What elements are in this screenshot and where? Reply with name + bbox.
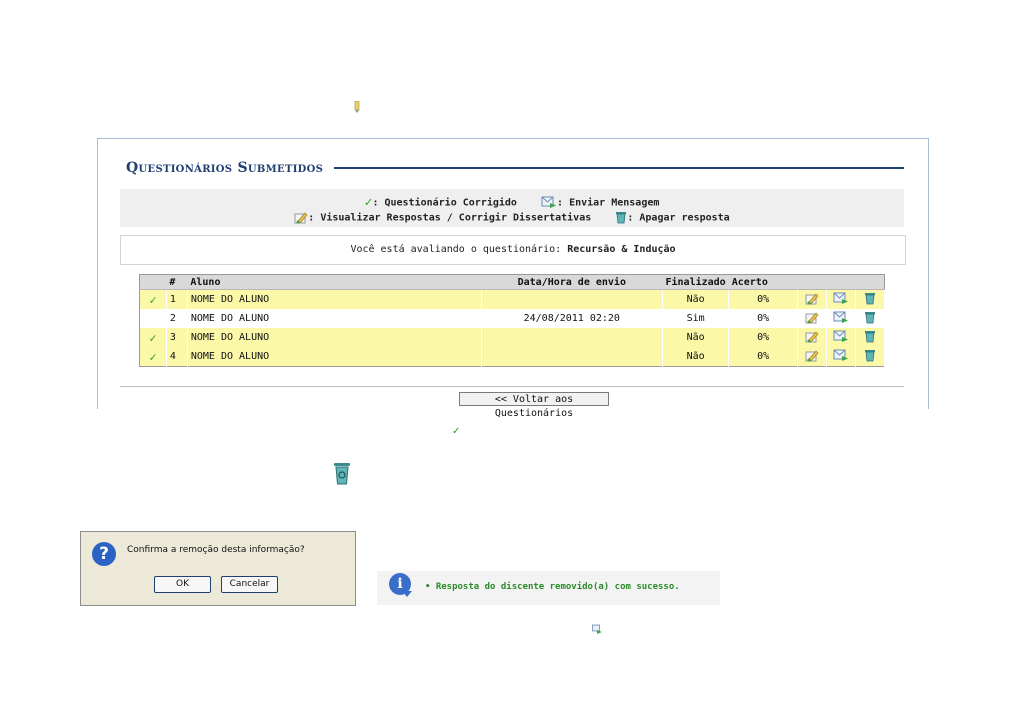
row-finalizado: Não (662, 328, 730, 347)
row-aluno: NOME DO ALUNO (187, 328, 482, 347)
send-message-icon[interactable] (826, 309, 856, 328)
panel-title: Questionários Submetidos (126, 160, 324, 176)
legend-visualizar: : Visualizar Respostas / Corrigir Disser… (308, 212, 592, 224)
legend-corrigido: : Questionário Corrigido (372, 197, 517, 209)
cancel-button[interactable]: Cancelar (221, 576, 278, 593)
quiz-name: Recursão & Indução (567, 244, 676, 255)
edit-answers-icon[interactable] (797, 309, 828, 328)
pencil-icon (354, 101, 360, 113)
header-action-2 (826, 274, 856, 290)
send-message-icon[interactable] (826, 328, 856, 347)
row-num: 1 (166, 289, 188, 309)
trash-icon[interactable] (855, 289, 885, 309)
check-icon: ✓ (149, 330, 157, 345)
row-num: 4 (166, 347, 188, 367)
divider (120, 386, 904, 387)
table-row: 2 NOME DO ALUNO 24/08/2011 02:20 Sim 0% (139, 309, 885, 328)
info-icon-tail (402, 591, 412, 597)
info-prefix: Você está avaliando o questionário: (350, 244, 562, 255)
trash-icon[interactable] (855, 309, 885, 328)
confirm-dialog (80, 531, 356, 606)
dialog-message: Confirma a remoção desta informação? (127, 545, 305, 555)
trash-icon[interactable] (855, 347, 885, 367)
status-cell: ✓ (139, 347, 167, 367)
row-acerto: 0% (728, 347, 799, 367)
trash-icon (616, 212, 627, 224)
title-rule (334, 167, 904, 169)
header-data: Data/Hora de envio (481, 274, 663, 290)
row-acerto: 0% (728, 289, 799, 309)
question-icon: ? (92, 542, 116, 566)
trash-icon[interactable] (855, 328, 885, 347)
row-data (481, 328, 664, 347)
legend: ✓: Questionário Corrigido : Enviar Mensa… (120, 189, 904, 227)
edit-answers-icon[interactable] (797, 289, 828, 309)
quiz-info-box: Você está avaliando o questionário: Recu… (120, 235, 906, 265)
check-icon: ✓ (149, 349, 157, 364)
row-num: 3 (166, 328, 188, 347)
header-acerto: Acerto (728, 274, 798, 290)
trash-icon[interactable] (332, 461, 352, 486)
legend-enviar: : Enviar Mensagem (557, 197, 660, 209)
row-aluno: NOME DO ALUNO (187, 347, 482, 367)
submissions-table: # Aluno Data/Hora de envio Finalizado Ac… (139, 274, 885, 367)
edit-answers-icon[interactable] (797, 347, 828, 367)
table-row: ✓ 1 NOME DO ALUNO Não 0% (139, 289, 885, 309)
check-icon: ✓ (149, 292, 157, 307)
table-row: ✓ 4 NOME DO ALUNO Não 0% (139, 347, 885, 367)
back-to-questionnaires-button[interactable]: << Voltar aos Questionários (459, 392, 609, 419)
ok-button[interactable]: OK (154, 576, 211, 593)
row-finalizado: Sim (662, 309, 730, 328)
row-finalizado: Não (662, 289, 730, 309)
status-cell: ✓ (139, 289, 167, 309)
legend-apagar: : Apagar resposta (627, 212, 730, 224)
status-cell (139, 309, 167, 328)
row-finalizado: Não (662, 347, 730, 367)
status-cell: ✓ (139, 328, 167, 347)
header-action-3 (855, 274, 885, 290)
header-finalizado: Finalizado (662, 274, 729, 290)
row-data: 24/08/2011 02:20 (481, 309, 664, 328)
send-message-icon[interactable] (592, 624, 602, 635)
table-row: ✓ 3 NOME DO ALUNO Não 0% (139, 328, 885, 347)
header-action-1 (797, 274, 827, 290)
table-header-row: # Aluno Data/Hora de envio Finalizado Ac… (139, 274, 885, 290)
send-message-icon (541, 196, 557, 208)
row-num: 2 (166, 309, 188, 328)
check-icon: ✓ (452, 426, 461, 437)
row-aluno: NOME DO ALUNO (187, 309, 482, 328)
row-aluno: NOME DO ALUNO (187, 289, 482, 309)
edit-answers-icon[interactable] (797, 328, 828, 347)
success-message: • Resposta do discente removido(a) com s… (425, 582, 680, 592)
row-acerto: 0% (728, 309, 799, 328)
send-message-icon[interactable] (826, 289, 856, 309)
header-aluno: Aluno (187, 274, 482, 290)
header-num: # (166, 274, 188, 290)
send-message-icon[interactable] (826, 347, 856, 367)
header-status (139, 274, 167, 290)
row-acerto: 0% (728, 328, 799, 347)
row-data (481, 347, 664, 367)
edit-answers-icon (294, 212, 308, 224)
row-data (481, 289, 664, 309)
